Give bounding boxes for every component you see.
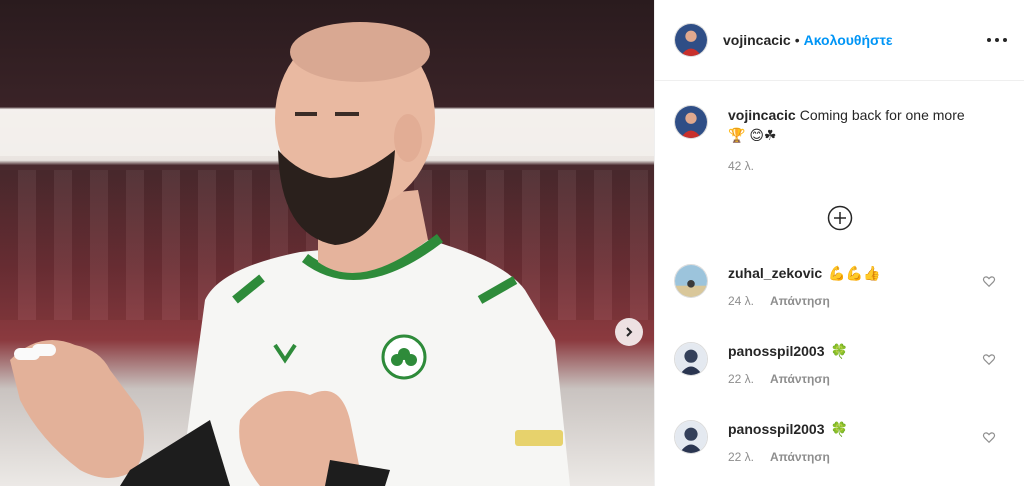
author-username[interactable]: vojincacic <box>723 32 791 48</box>
caption-text: vojincacic Coming back for one more 🏆 😊☘ <box>728 105 1014 145</box>
comment-body: panosspil2003 🍀 <box>728 342 1014 360</box>
caption-emojis: 🏆 😊☘ <box>728 127 777 143</box>
comment-text: 🍀 <box>830 343 848 359</box>
commenter-avatar[interactable] <box>674 342 708 376</box>
comment-body: panosspil2003 🍀 <box>728 420 1014 438</box>
comment-username[interactable]: zuhal_zekovic <box>728 265 822 281</box>
author-avatar[interactable] <box>674 23 708 57</box>
reply-button[interactable]: Απάντηση <box>770 294 830 308</box>
caption-username[interactable]: vojincacic <box>728 107 796 123</box>
heart-icon[interactable] <box>982 274 996 288</box>
caption-timestamp[interactable]: 42 λ. <box>728 159 1014 173</box>
commenter-avatar[interactable] <box>674 264 708 298</box>
comment-text: 🍀 <box>830 421 848 437</box>
heart-icon[interactable] <box>982 430 996 444</box>
more-options-icon[interactable] <box>987 30 1007 50</box>
comment-username[interactable]: panosspil2003 <box>728 421 825 437</box>
comment-text: 💪💪👍 <box>828 265 881 281</box>
comment-timestamp[interactable]: 24 λ. <box>728 294 754 308</box>
player-photo <box>10 22 570 486</box>
comment-username[interactable]: panosspil2003 <box>728 343 825 359</box>
comment-item: zuhal_zekovic 💪💪👍 24 λ. Απάντηση <box>674 264 1014 308</box>
comment-item: panosspil2003 🍀 22 λ. Απάντηση <box>674 342 1014 386</box>
post-header: vojincacic • Ακολουθήστε <box>655 0 1024 81</box>
post-media <box>0 0 654 486</box>
caption-avatar[interactable] <box>674 105 708 139</box>
comment-meta: 22 λ. Απάντηση <box>728 450 1014 464</box>
post-caption: vojincacic Coming back for one more 🏆 😊☘ … <box>674 105 1014 173</box>
comment-meta: 22 λ. Απάντηση <box>728 372 1014 386</box>
separator-dot: • <box>794 32 800 48</box>
next-media-button[interactable] <box>615 318 643 346</box>
commenter-avatar[interactable] <box>674 420 708 454</box>
heart-icon[interactable] <box>982 352 996 366</box>
post-details-panel: vojincacic • Ακολουθήστε vojincacic Comin… <box>654 0 1024 486</box>
comment-meta: 24 λ. Απάντηση <box>728 294 1014 308</box>
caption-body: Coming back for one more <box>799 107 965 123</box>
reply-button[interactable]: Απάντηση <box>770 450 830 464</box>
comment-timestamp[interactable]: 22 λ. <box>728 372 754 386</box>
reply-button[interactable]: Απάντηση <box>770 372 830 386</box>
comment-item: panosspil2003 🍀 22 λ. Απάντηση <box>674 420 1014 464</box>
load-more-comments-icon[interactable] <box>827 205 853 231</box>
chevron-right-icon <box>626 327 633 337</box>
follow-button[interactable]: Ακολουθήστε <box>804 32 893 48</box>
comment-timestamp[interactable]: 22 λ. <box>728 450 754 464</box>
comment-body: zuhal_zekovic 💪💪👍 <box>728 264 1014 282</box>
